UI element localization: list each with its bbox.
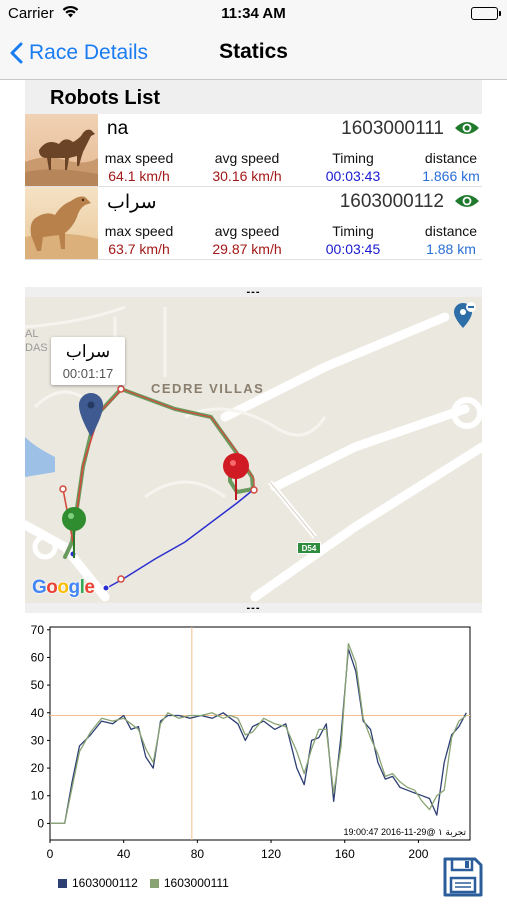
max-speed-value: 64.1 km/h bbox=[108, 168, 170, 184]
finish-marker-icon[interactable] bbox=[222, 452, 250, 500]
camel-photo bbox=[25, 114, 98, 186]
y-tick-label: 10 bbox=[31, 789, 45, 803]
map-resize-handle[interactable]: --- bbox=[25, 287, 482, 298]
distance-label: distance bbox=[424, 150, 478, 166]
robot-name: na bbox=[107, 118, 129, 139]
distance-value: 1.88 km bbox=[426, 241, 476, 257]
eye-icon[interactable] bbox=[454, 193, 480, 214]
save-icon[interactable] bbox=[443, 857, 483, 897]
timing-value: 00:03:43 bbox=[325, 168, 381, 184]
map-panel: --- AL DAS CEDRE VILLAS D54 سراب 00:01:1… bbox=[25, 287, 482, 614]
avg-speed-label: avg speed bbox=[214, 150, 280, 166]
legend-item: 1603000112 bbox=[58, 876, 138, 890]
remove-pin-icon[interactable] bbox=[453, 301, 477, 329]
page-title: Statics bbox=[219, 40, 288, 63]
avg-speed-value: 30.16 km/h bbox=[212, 168, 282, 184]
timing-value: 00:03:45 bbox=[325, 241, 381, 257]
clock: 11:34 AM bbox=[221, 5, 286, 22]
x-tick-label: 0 bbox=[47, 847, 54, 861]
chart-frame bbox=[49, 626, 471, 841]
legend-label: 1603000111 bbox=[163, 876, 229, 890]
y-tick-label: 20 bbox=[31, 761, 45, 775]
y-tick-label: 70 bbox=[31, 623, 45, 637]
legend-swatch bbox=[58, 878, 67, 888]
status-bar: Carrier 11:34 AM bbox=[0, 0, 507, 28]
navigation-bar: Race Details Statics bbox=[0, 28, 507, 80]
max-speed-label: max speed bbox=[104, 223, 174, 239]
avg-speed-label: avg speed bbox=[214, 223, 280, 239]
distance-label: distance bbox=[424, 223, 478, 239]
timing-label: Timing bbox=[332, 150, 374, 166]
google-logo: Google bbox=[32, 577, 95, 598]
speed-chart-svg: 0 10 20 30 40 50 60 70 0 40 80 120 160 200 تجربة ١ @29… bbox=[31, 623, 471, 861]
map-area-side-label: AL DAS bbox=[25, 328, 48, 354]
map-view[interactable]: AL DAS CEDRE VILLAS D54 سراب 00:01:17 Goo… bbox=[25, 297, 482, 603]
timing-label: Timing bbox=[332, 223, 374, 239]
callout-robot-name: سراب bbox=[65, 342, 111, 361]
marker-callout: سراب 00:01:17 bbox=[51, 337, 125, 385]
x-tick-label: 120 bbox=[261, 847, 281, 861]
x-tick-label: 200 bbox=[408, 847, 428, 861]
eye-icon[interactable] bbox=[454, 120, 480, 141]
legend-item: 1603000111 bbox=[149, 876, 229, 890]
robot-id: 1603000112 bbox=[339, 191, 444, 212]
x-tick-label: 40 bbox=[117, 847, 131, 861]
map-marker-icon[interactable] bbox=[78, 393, 104, 437]
max-speed-label: max speed bbox=[104, 150, 174, 166]
legend-label: 1603000112 bbox=[72, 876, 138, 890]
callout-time: 00:01:17 bbox=[62, 366, 114, 381]
robot-id: 1603000111 bbox=[341, 118, 444, 139]
y-tick-label: 50 bbox=[31, 678, 45, 692]
y-tick-label: 30 bbox=[31, 733, 45, 747]
camel-photo bbox=[25, 187, 98, 259]
max-speed-value: 63.7 km/h bbox=[108, 241, 170, 257]
speed-chart: 0 10 20 30 40 50 60 70 0 40 80 120 160 200 تجربة ١ @29… bbox=[0, 613, 507, 900]
robot-row[interactable]: na 1603000111 max speed avg speed Timing… bbox=[25, 114, 482, 187]
legend-swatch bbox=[149, 878, 159, 888]
robots-list-header: Robots List bbox=[25, 80, 482, 114]
x-tick-label: 160 bbox=[335, 847, 355, 861]
y-tick-label: 40 bbox=[31, 706, 45, 720]
road-tag: D54 bbox=[297, 542, 321, 554]
y-tick-label: 60 bbox=[31, 650, 45, 664]
chart-timestamp: تجربة ١ @29-11-2016 19:00:47 bbox=[343, 827, 466, 838]
x-tick-label: 80 bbox=[191, 847, 205, 861]
avg-speed-value: 29.87 km/h bbox=[212, 241, 282, 257]
robot-name: سراب bbox=[107, 192, 157, 213]
chart-legend: 1603000112 1603000111 bbox=[58, 876, 241, 890]
start-marker-icon[interactable] bbox=[61, 506, 87, 558]
battery-icon bbox=[471, 7, 501, 20]
distance-value: 1.866 km bbox=[422, 168, 480, 184]
y-tick-label: 0 bbox=[37, 816, 44, 830]
map-resize-handle-bottom[interactable]: --- bbox=[25, 603, 482, 614]
robot-row[interactable]: سراب 1603000112 max speed avg speed Timi… bbox=[25, 187, 482, 260]
map-area-label: CEDRE VILLAS bbox=[151, 381, 265, 396]
